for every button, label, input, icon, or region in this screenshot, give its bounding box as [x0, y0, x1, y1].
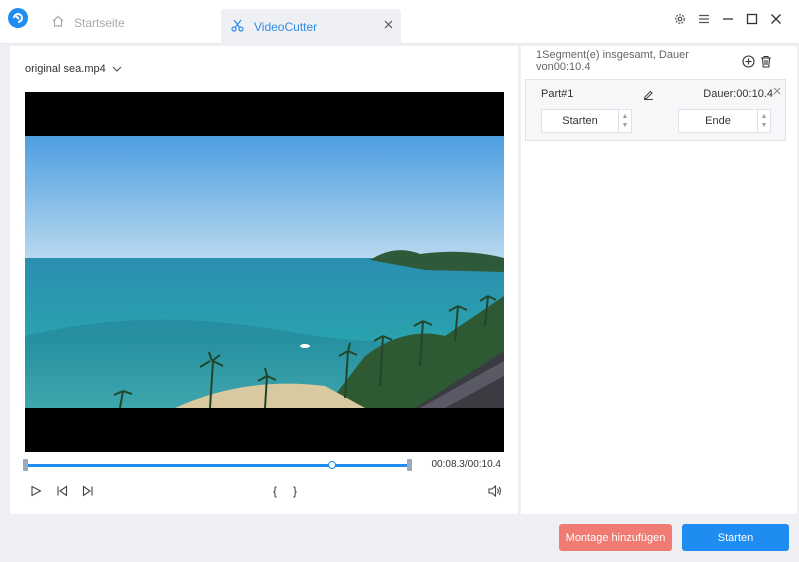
chevron-down-icon	[112, 63, 122, 75]
segment-card[interactable]: Part#1 Dauer:00:10.4 Starten ▲ ▼ Ende ▲ …	[525, 79, 786, 141]
gear-icon[interactable]	[673, 12, 687, 26]
time-readout: 00:08.3/00:10.4	[431, 459, 501, 470]
volume-icon[interactable]	[488, 484, 502, 502]
timeline[interactable]	[23, 459, 412, 471]
player-panel: original sea.mp4 00:08.3/00:10.4 {}	[10, 46, 518, 514]
scissors-icon	[231, 19, 244, 35]
tab-startseite[interactable]: Startseite	[42, 9, 220, 36]
video-frame	[25, 136, 504, 408]
set-start-marker-button[interactable]: {	[273, 484, 277, 498]
tab-label: VideoCutter	[254, 19, 318, 34]
minimize-icon[interactable]	[721, 12, 735, 26]
close-icon[interactable]	[769, 12, 783, 26]
playhead[interactable]	[328, 461, 337, 469]
skip-back-icon[interactable]	[56, 484, 68, 502]
segments-panel: 1Segment(e) insgesamt, Dauer von00:10.4 …	[521, 46, 797, 514]
menu-icon[interactable]	[697, 12, 711, 26]
segment-start-field[interactable]: Starten ▲ ▼	[541, 109, 632, 133]
home-icon	[52, 15, 64, 30]
file-name: original sea.mp4	[25, 63, 106, 75]
segment-start-value: Starten	[562, 115, 598, 127]
tab-videocutter[interactable]: VideoCutter	[221, 9, 401, 44]
play-icon[interactable]	[30, 484, 42, 502]
app-logo-icon	[8, 8, 28, 28]
file-select-dropdown[interactable]: original sea.mp4	[25, 63, 122, 75]
segment-duration: Dauer:00:10.4	[703, 88, 773, 100]
trash-icon[interactable]	[760, 55, 772, 73]
title-bar: Startseite VideoCutter	[0, 0, 799, 44]
timeline-track	[25, 464, 410, 467]
tab-close-icon[interactable]	[384, 18, 393, 32]
segment-name: Part#1	[541, 88, 574, 100]
edit-icon[interactable]	[643, 87, 654, 105]
maximize-icon[interactable]	[745, 12, 759, 26]
video-preview[interactable]	[25, 92, 504, 452]
tab-label: Startseite	[74, 15, 125, 30]
chevron-up-icon[interactable]: ▲	[622, 112, 629, 121]
add-segment-icon[interactable]	[742, 55, 755, 73]
add-montage-button[interactable]: Montage hinzufügen	[559, 524, 672, 551]
chevron-down-icon[interactable]: ▼	[761, 121, 768, 130]
segment-end-field[interactable]: Ende ▲ ▼	[678, 109, 771, 133]
chevron-down-icon[interactable]: ▼	[622, 121, 629, 130]
start-button[interactable]: Starten	[682, 524, 789, 551]
segment-close-icon[interactable]	[773, 82, 781, 100]
trim-start-handle[interactable]	[23, 459, 28, 471]
segment-end-value: Ende	[705, 115, 731, 127]
chevron-up-icon[interactable]: ▲	[761, 112, 768, 121]
trim-end-handle[interactable]	[407, 459, 412, 471]
skip-forward-icon[interactable]	[82, 484, 94, 502]
segment-summary: 1Segment(e) insgesamt, Dauer von00:10.4	[536, 49, 689, 73]
set-end-marker-button[interactable]: }	[293, 484, 297, 498]
